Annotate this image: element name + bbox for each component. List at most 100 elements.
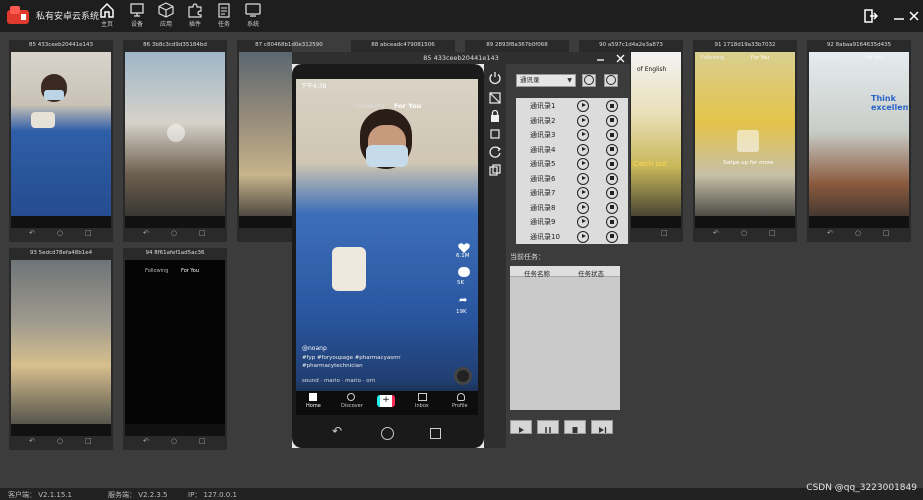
heart-icon[interactable] xyxy=(458,239,470,253)
nav-tasks[interactable]: 任务 xyxy=(209,2,239,30)
run-button[interactable] xyxy=(582,74,596,87)
stop-icon[interactable] xyxy=(606,100,618,112)
music-disc-icon[interactable] xyxy=(454,367,472,385)
play-icon[interactable] xyxy=(577,201,589,214)
stop-icon[interactable] xyxy=(606,230,618,243)
play-icon[interactable] xyxy=(577,129,589,141)
phone-screen[interactable]: 下午4:38 Following For You 6.1M 5K ➦ 19K @… xyxy=(296,79,478,415)
tab-for-you[interactable]: For You xyxy=(181,268,199,274)
device-screen[interactable]: Following For You xyxy=(125,260,225,436)
play-icon[interactable] xyxy=(577,143,589,156)
inbox-icon[interactable] xyxy=(418,393,427,401)
window-minimize-icon[interactable] xyxy=(596,54,605,63)
nav-system[interactable]: 系统 xyxy=(238,2,268,30)
back-icon[interactable]: ↶ xyxy=(713,229,719,237)
device-card-88[interactable]: 88 abceadc479081506 xyxy=(351,40,455,52)
recents-icon[interactable]: □ xyxy=(85,437,92,445)
nav-home[interactable]: 主页 xyxy=(92,2,122,30)
play-icon[interactable] xyxy=(167,124,185,142)
lock-icon[interactable] xyxy=(488,108,502,122)
crop-icon[interactable] xyxy=(488,126,502,140)
recents-icon[interactable]: □ xyxy=(883,229,890,237)
stop-button[interactable] xyxy=(604,74,618,87)
power-icon[interactable] xyxy=(488,70,502,85)
play-icon[interactable] xyxy=(577,100,589,112)
device-card-92[interactable]: 92 8abaa9164635d435 Following For You Th… xyxy=(807,40,911,242)
home-circle-icon[interactable]: ○ xyxy=(57,229,63,237)
pause-button[interactable] xyxy=(537,420,559,434)
device-card-86[interactable]: 86 3b8c3cd9d35184bd ↶ ○ □ xyxy=(123,40,227,242)
back-icon[interactable]: ↶ xyxy=(143,437,149,445)
recents-icon[interactable]: □ xyxy=(661,229,668,237)
tab-following[interactable]: Following xyxy=(145,268,168,274)
tab-following[interactable]: Following xyxy=(815,55,838,61)
nav-apps[interactable]: 应用 xyxy=(151,2,181,30)
stop-icon[interactable] xyxy=(606,187,618,199)
device-screen[interactable] xyxy=(125,52,225,228)
home-circle-icon[interactable]: ○ xyxy=(57,437,63,445)
profile-icon[interactable] xyxy=(457,393,465,401)
play-icon[interactable] xyxy=(577,216,589,228)
tab-for-you[interactable]: For You xyxy=(865,55,883,61)
device-screen[interactable] xyxy=(11,260,111,436)
recents-icon[interactable]: □ xyxy=(85,229,92,237)
discover-icon[interactable] xyxy=(347,393,355,401)
device-card-94[interactable]: 94 8f61afef1ad5ac36 Following For You ↶ … xyxy=(123,248,227,450)
copy-icon[interactable] xyxy=(488,162,502,176)
restart-icon[interactable] xyxy=(488,144,502,158)
play-icon[interactable] xyxy=(577,158,589,170)
device-screen[interactable] xyxy=(239,52,292,228)
back-icon[interactable]: ↶ xyxy=(143,229,149,237)
device-card-85[interactable]: 85 433ceeb20441e143 ↶ ○ □ xyxy=(9,40,113,242)
comment-icon[interactable] xyxy=(458,267,470,277)
minimize-icon[interactable] xyxy=(892,9,906,23)
next-button[interactable] xyxy=(591,420,613,434)
home-circle-icon[interactable]: ○ xyxy=(171,229,177,237)
logout-icon[interactable] xyxy=(864,9,878,23)
device-screen[interactable]: of English Catch out xyxy=(631,52,681,228)
home-circle-icon[interactable]: ○ xyxy=(171,437,177,445)
stop-icon[interactable] xyxy=(606,172,618,185)
close-icon[interactable] xyxy=(907,9,921,23)
home-tab-icon[interactable] xyxy=(309,393,317,401)
play-icon[interactable] xyxy=(577,187,589,199)
device-card-91[interactable]: 91 1718d19a33b7032 Following For You Swi… xyxy=(693,40,797,242)
recents-icon[interactable]: □ xyxy=(199,437,206,445)
device-card-93[interactable]: 93 5edcd78efa48b1e4 ↶ ○ □ xyxy=(9,248,113,450)
android-recents-icon[interactable] xyxy=(430,428,441,439)
stop-icon[interactable] xyxy=(606,143,618,156)
stop-icon[interactable] xyxy=(606,201,618,214)
stop-icon[interactable] xyxy=(606,216,618,228)
stop-icon[interactable] xyxy=(606,129,618,141)
play-icon[interactable] xyxy=(577,114,589,127)
android-back-icon[interactable]: ↶ xyxy=(332,424,342,438)
device-card-87[interactable]: 87 c80468b1d0e312590 xyxy=(237,40,323,242)
tab-following[interactable]: Following xyxy=(354,102,384,110)
share-icon[interactable]: ➦ xyxy=(459,295,467,306)
play-icon[interactable] xyxy=(577,172,589,185)
play-button[interactable] xyxy=(510,420,532,434)
stop-icon[interactable] xyxy=(606,114,618,127)
tab-for-you[interactable]: For You xyxy=(751,55,769,61)
window-close-icon[interactable] xyxy=(616,54,625,63)
caption-user[interactable]: @noanp xyxy=(302,345,327,352)
device-screen[interactable] xyxy=(11,52,111,228)
stop-square-button[interactable] xyxy=(564,420,586,434)
stop-icon[interactable] xyxy=(606,158,618,170)
home-circle-icon[interactable]: ○ xyxy=(855,229,861,237)
back-icon[interactable]: ↶ xyxy=(29,437,35,445)
nav-device[interactable]: 设备 xyxy=(122,2,152,30)
back-icon[interactable]: ↶ xyxy=(827,229,833,237)
device-screen[interactable]: Following For You Swipe up for more xyxy=(695,52,795,228)
tab-for-you[interactable]: For You xyxy=(394,102,421,110)
create-plus-icon[interactable]: + xyxy=(377,395,395,407)
device-screen[interactable]: Following For You Think excellent xyxy=(809,52,909,228)
recents-icon[interactable]: □ xyxy=(769,229,776,237)
device-card-89[interactable]: 89 2893f8a367b0f068 xyxy=(465,40,569,52)
script-select[interactable]: 通讯录 ▼ xyxy=(516,74,576,87)
home-circle-icon[interactable]: ○ xyxy=(741,229,747,237)
nav-plugins[interactable]: 插件 xyxy=(180,2,210,30)
tab-following[interactable]: Following xyxy=(701,55,724,61)
recents-icon[interactable]: □ xyxy=(199,229,206,237)
screen-off-icon[interactable] xyxy=(488,90,502,104)
